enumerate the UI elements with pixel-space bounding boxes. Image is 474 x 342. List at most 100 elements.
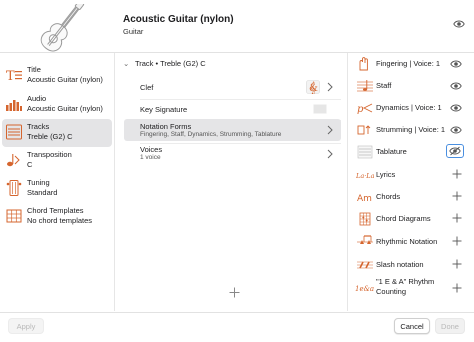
sidebar-item-label: Audio xyxy=(27,94,47,103)
cancel-button[interactable]: Cancel xyxy=(394,318,430,334)
track-settings-panel: ⌄ Track • Treble (G2) C Clef 𝄞 & Key Sig… xyxy=(115,53,348,311)
sidebar-item-label: Title xyxy=(27,65,41,74)
notation-item-label: Strumming | Voice: 1 xyxy=(376,125,446,134)
eye-icon[interactable] xyxy=(450,81,462,91)
clef-row[interactable]: Clef 𝄞 & xyxy=(124,78,341,96)
eye-icon[interactable] xyxy=(446,144,464,158)
eye-icon[interactable] xyxy=(450,59,462,69)
sidebar-item-value: C xyxy=(27,159,33,169)
dialog-footer: Apply Cancel Done xyxy=(0,312,474,342)
notation-item-chord-diagrams[interactable]: Chord Diagrams xyxy=(348,208,474,230)
sidebar-item-label: Chord Templates xyxy=(27,206,84,215)
notation-item-label: Dynamics | Voice: 1 xyxy=(376,103,442,112)
eye-icon[interactable] xyxy=(450,125,462,135)
svg-text:&: & xyxy=(309,83,318,94)
voices-summary: 1 voice xyxy=(140,154,161,161)
sidebar-item-transposition[interactable]: Transposition C xyxy=(2,147,112,175)
sidebar-item-tracks[interactable]: Tracks Treble (G2) C xyxy=(2,119,112,147)
sidebar-item-value: Standard xyxy=(27,187,58,197)
voices-row[interactable]: Voices 1 voice xyxy=(124,143,341,165)
audio-meter-icon xyxy=(6,100,22,111)
strumming-icon xyxy=(357,125,371,135)
notation-item-chords[interactable]: Am Chords xyxy=(348,186,474,208)
sidebar-item-value: No chord templates xyxy=(27,215,93,225)
lyrics-icon: La·La xyxy=(356,172,375,180)
inspector-sidebar: T Title Acoustic Guitar (nylon) Audio Ac… xyxy=(0,53,115,311)
notation-item-label: Chords xyxy=(376,192,401,201)
sidebar-item-label: Transposition xyxy=(27,150,72,159)
chevron-right-icon xyxy=(327,82,333,92)
key-signature-label: Key Signature xyxy=(140,105,188,114)
add-plus-icon[interactable] xyxy=(452,169,462,179)
svg-text:p: p xyxy=(357,104,364,115)
add-plus-icon[interactable] xyxy=(452,283,462,293)
tracks-icon xyxy=(6,124,22,140)
notation-item-label: Tablature xyxy=(376,147,407,156)
notation-item-rhythm-counting[interactable]: 1e&a "1 E & A" Rhythm Counting xyxy=(348,276,474,300)
sidebar-item-label: Tracks xyxy=(27,122,50,131)
sidebar-item-chord-templates[interactable]: Chord Templates No chord templates xyxy=(2,203,112,231)
dynamics-icon: p xyxy=(357,103,373,115)
chord-diagram-icon xyxy=(359,212,371,226)
notation-forms-label: Notation Forms xyxy=(140,122,192,131)
eye-slash-icon xyxy=(449,146,461,156)
done-button[interactable]: Done xyxy=(435,318,465,334)
notation-forms-list: Fingering | Voice: 1 Staff p Dynamics | … xyxy=(348,53,474,311)
eye-icon[interactable] xyxy=(453,19,465,29)
rhythm-counting-icon: 1e&a xyxy=(355,285,374,293)
notation-item-tablature[interactable]: Tablature xyxy=(348,141,474,163)
lyrics-icon-text: La·La xyxy=(356,172,375,180)
instrument-header: Acoustic Guitar (nylon) Guitar xyxy=(0,0,474,53)
chords-icon-text: Am xyxy=(357,194,372,204)
notation-item-label: Lyrics xyxy=(376,170,396,179)
notation-item-label: Slash notation xyxy=(376,260,424,269)
tuning-icon xyxy=(6,180,22,196)
add-plus-icon[interactable] xyxy=(452,191,462,201)
eye-icon[interactable] xyxy=(450,103,462,113)
notation-forms-summary: Fingering, Staff, Dynamics, Strumming, T… xyxy=(140,131,282,138)
sidebar-item-audio[interactable]: Audio Acoustic Guitar (nylon) xyxy=(2,91,112,119)
transposition-icon xyxy=(7,154,20,167)
instrument-title: Acoustic Guitar (nylon) xyxy=(123,14,234,25)
title-icon: T xyxy=(6,69,22,83)
track-header-label: Track • Treble (G2) C xyxy=(134,59,206,68)
fingering-icon xyxy=(359,57,368,71)
add-plus-icon[interactable] xyxy=(452,259,462,269)
notation-item-label: Rhythmic Notation xyxy=(376,237,438,246)
staff-icon xyxy=(357,80,373,92)
apply-button[interactable]: Apply xyxy=(8,318,44,334)
svg-text:T: T xyxy=(6,69,15,83)
rhythmic-notation-icon xyxy=(357,235,373,244)
chevron-right-icon xyxy=(327,125,333,135)
notation-item-rhythmic-notation[interactable]: Rhythmic Notation xyxy=(348,231,474,253)
chord-grid-icon xyxy=(6,209,22,223)
treble-clef-icon: 𝄞 & xyxy=(306,80,320,94)
sidebar-item-label: Tuning xyxy=(27,178,50,187)
sidebar-item-value: Treble (G2) C xyxy=(27,131,73,141)
sidebar-item-value: Acoustic Guitar (nylon) xyxy=(27,103,103,113)
add-plus-icon[interactable] xyxy=(452,236,462,246)
chevron-down-icon: ⌄ xyxy=(123,59,130,68)
tablature-icon xyxy=(357,145,373,159)
notation-item-label-line2: Counting xyxy=(376,286,407,296)
sidebar-item-title[interactable]: T Title Acoustic Guitar (nylon) xyxy=(2,62,112,90)
key-signature-row[interactable]: Key Signature xyxy=(124,100,341,118)
voices-label: Voices xyxy=(140,145,163,154)
sidebar-item-tuning[interactable]: Tuning Standard xyxy=(2,175,112,203)
chevron-right-icon xyxy=(327,149,333,159)
add-voice-plus-icon[interactable] xyxy=(229,287,240,298)
notation-forms-row[interactable]: Notation Forms Fingering, Staff, Dynamic… xyxy=(124,119,341,141)
notation-item-lyrics[interactable]: La·La Lyrics xyxy=(348,164,474,186)
notation-item-strumming[interactable]: Strumming | Voice: 1 xyxy=(348,119,474,141)
sidebar-item-value: Acoustic Guitar (nylon) xyxy=(27,74,103,84)
notation-item-slash-notation[interactable]: Slash notation xyxy=(348,254,474,276)
track-inspector-window: Acoustic Guitar (nylon) Guitar T Title A… xyxy=(0,0,474,341)
notation-item-fingering[interactable]: Fingering | Voice: 1 xyxy=(348,53,474,75)
rhythm-counting-icon-text: 1e&a xyxy=(355,285,374,293)
notation-item-dynamics[interactable]: p Dynamics | Voice: 1 xyxy=(348,97,474,119)
track-disclosure[interactable]: ⌄ Track • Treble (G2) C xyxy=(123,59,206,68)
notation-item-staff[interactable]: Staff xyxy=(348,75,474,97)
add-plus-icon[interactable] xyxy=(452,213,462,223)
key-signature-icon xyxy=(313,104,327,114)
notation-item-label: Staff xyxy=(376,81,392,90)
